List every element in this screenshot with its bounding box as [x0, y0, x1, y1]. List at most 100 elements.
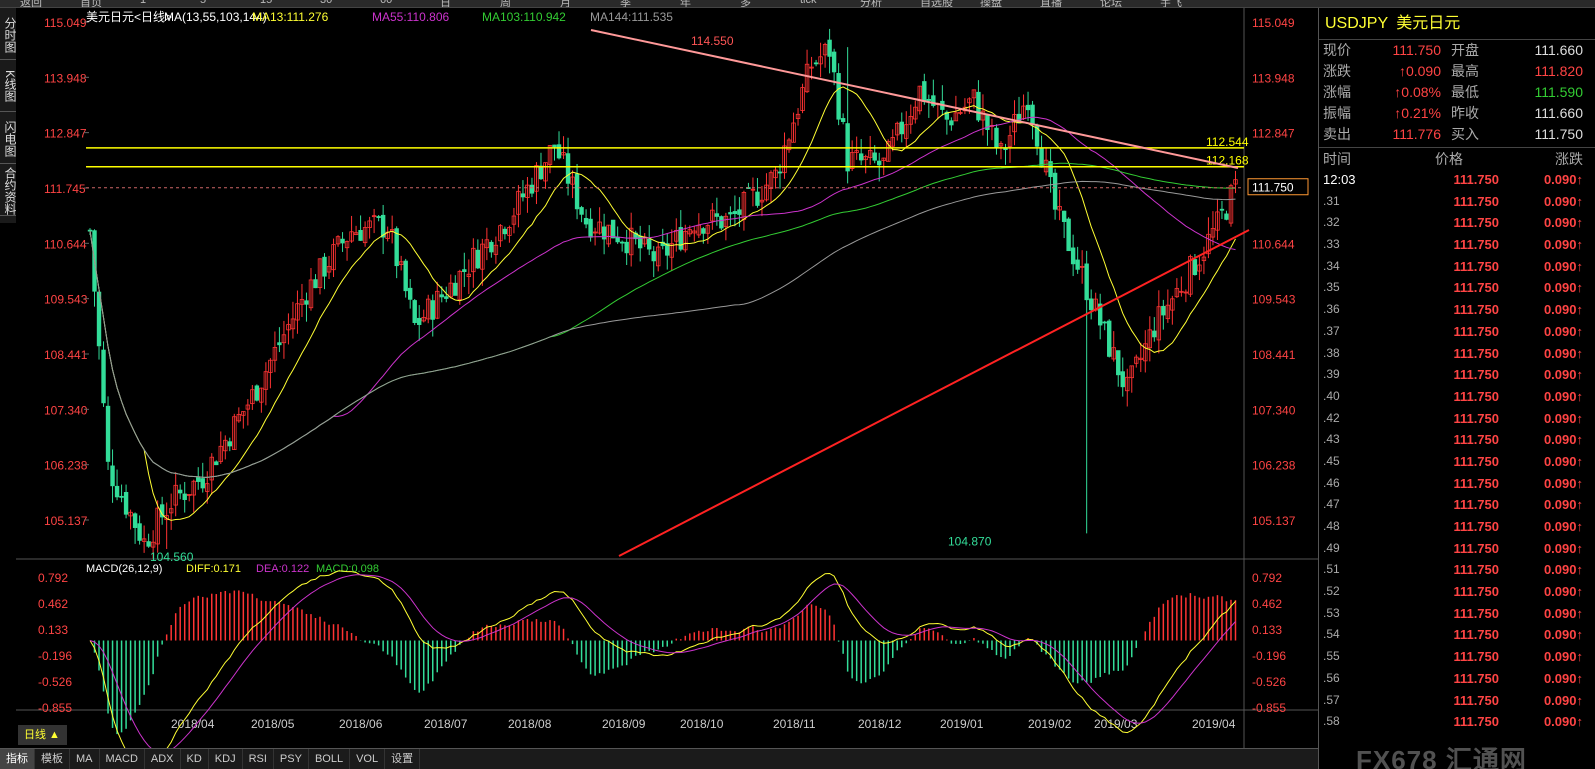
tick-row[interactable]: .34 111.750 0.090↑ — [1319, 256, 1595, 278]
indicator-tab[interactable]: KD — [181, 748, 209, 769]
candle-body — [1152, 330, 1157, 338]
toolbar-item[interactable]: 季 — [620, 0, 631, 7]
period-button[interactable]: 日线 ▲ — [18, 725, 67, 745]
indicator-tab[interactable]: 设置 — [385, 748, 421, 769]
tick-row[interactable]: .52 111.750 0.090↑ — [1319, 581, 1595, 603]
candle-body — [619, 241, 625, 244]
price-tick-left: 113.948 — [44, 71, 87, 85]
indicator-tab[interactable]: ADX — [145, 748, 181, 769]
quote-row: 涨幅 ↑0.08% 最低 111.590 — [1319, 82, 1595, 103]
tick-row[interactable]: .58 111.750 0.090↑ — [1319, 711, 1595, 733]
tick-row[interactable]: .43 111.750 0.090↑ — [1319, 429, 1595, 451]
price-tick-right: 108.441 — [1252, 348, 1296, 362]
indicator-tab[interactable]: MA — [70, 748, 100, 769]
toolbar-item[interactable]: 论坛 — [1100, 0, 1122, 7]
price-tick-left: 107.340 — [44, 403, 88, 417]
toolbar-item[interactable]: 日 — [440, 0, 451, 7]
tick-row[interactable]: .33 111.750 0.090↑ — [1319, 234, 1595, 256]
tick-row[interactable]: .39 111.750 0.090↑ — [1319, 364, 1595, 386]
toolbar-item[interactable]: 首页 — [80, 0, 102, 7]
candle-body — [453, 282, 458, 296]
candle-body — [475, 249, 481, 269]
candle-body — [227, 441, 233, 447]
kline-chart-area[interactable]: 115.049 115.049 113.948 113.948 112.847 112.8… — [16, 8, 1326, 769]
tick-row[interactable]: .54 111.750 0.090↑ — [1319, 624, 1595, 646]
toolbar-item[interactable]: 5 — [200, 0, 206, 6]
tick-time: .38 — [1323, 345, 1340, 360]
tab-kline[interactable]: K线图 — [0, 60, 17, 112]
toolbar-item[interactable]: 年 — [680, 0, 691, 7]
tick-time: .36 — [1323, 302, 1340, 317]
tick-row[interactable]: 12:03 111.750 0.090↑ — [1319, 169, 1595, 191]
toolbar-item[interactable]: 周 — [500, 0, 511, 7]
tick-row[interactable]: .49 111.750 0.090↑ — [1319, 538, 1595, 560]
tick-change: 0.090↑ — [1543, 649, 1583, 665]
tick-row[interactable]: .31 111.750 0.090↑ — [1319, 191, 1595, 213]
tick-row[interactable]: .37 111.750 0.090↑ — [1319, 321, 1595, 343]
toolbar-item[interactable]: 返回 — [20, 0, 42, 7]
tick-row[interactable]: .36 111.750 0.090↑ — [1319, 299, 1595, 321]
tab-timeshare[interactable]: 分时图 — [0, 8, 17, 60]
indicator-tab[interactable]: KDJ — [209, 748, 243, 769]
indicator-tab[interactable]: 模板 — [35, 748, 70, 769]
tick-row[interactable]: .48 111.750 0.090↑ — [1319, 516, 1595, 538]
tick-row[interactable]: .57 111.750 0.090↑ — [1319, 690, 1595, 712]
toolbar-item[interactable]: 30 — [320, 0, 332, 6]
quote-rows: 现价 111.750 开盘 111.660 涨跌 ↑0.090 最高 111.820 涨幅 ↑0.… — [1319, 40, 1595, 145]
toolbar-item[interactable]: 直播 — [1040, 0, 1062, 7]
candle-body — [701, 228, 706, 234]
toolbar-item[interactable]: 多 — [740, 0, 751, 7]
tick-list[interactable]: 12:03 111.750 0.090↑ .31 111.750 0.090↑ .32 111… — [1319, 169, 1595, 733]
toolbar-item[interactable]: 分析 — [860, 0, 882, 7]
tick-row[interactable]: .56 111.750 0.090↑ — [1319, 668, 1595, 690]
candle-body — [678, 227, 683, 250]
tick-row[interactable]: .45 111.750 0.090↑ — [1319, 451, 1595, 473]
tick-row[interactable]: .32 111.750 0.090↑ — [1319, 212, 1595, 234]
quote-value: 111.750 — [1534, 126, 1583, 142]
toolbar-item[interactable]: 15 — [260, 0, 272, 6]
macd-header: MACD(26,12,9) — [86, 563, 162, 575]
macd-diff: DIFF:0.171 — [186, 563, 241, 575]
tick-row[interactable]: .40 111.750 0.090↑ — [1319, 386, 1595, 408]
candle-body — [1192, 259, 1198, 276]
candle-body — [836, 73, 841, 120]
tick-row[interactable]: .55 111.750 0.090↑ — [1319, 646, 1595, 668]
tick-time: .47 — [1323, 497, 1340, 512]
quote-name: 美元日元 — [1396, 15, 1461, 32]
tab-contract-info[interactable]: 合约资料 — [0, 164, 17, 216]
date-tick: 2019/02 — [1028, 717, 1072, 731]
tick-row[interactable]: .47 111.750 0.090↑ — [1319, 494, 1595, 516]
tick-price: 111.750 — [1453, 497, 1499, 513]
macd-tick-right: 0.792 — [1252, 571, 1282, 585]
indicator-tab[interactable]: MACD — [100, 748, 145, 769]
tick-row[interactable]: .35 111.750 0.090↑ — [1319, 277, 1595, 299]
toolbar-item[interactable]: 月 — [560, 0, 571, 7]
kline-chart-svg[interactable]: 115.049 115.049 113.948 113.948 112.847 112.8… — [16, 8, 1326, 769]
indicator-tab[interactable]: RSI — [243, 748, 274, 769]
indicator-tab[interactable]: 指标 — [0, 748, 35, 769]
toolbar-item[interactable]: 操盘 — [980, 0, 1002, 7]
date-tick: 2019/04 — [1192, 717, 1236, 731]
tick-row[interactable]: .42 111.750 0.090↑ — [1319, 408, 1595, 430]
candle-body — [583, 218, 589, 225]
tick-change: 0.090↑ — [1543, 562, 1583, 578]
tab-flash[interactable]: 闪电图 — [0, 112, 17, 164]
candle-body — [976, 91, 981, 121]
toolbar-item[interactable]: 1 — [140, 0, 146, 6]
candle-body — [1102, 321, 1107, 324]
indicator-tab[interactable]: VOL — [350, 748, 386, 769]
tick-row[interactable]: .46 111.750 0.090↑ — [1319, 473, 1595, 495]
price-tick-right: 105.137 — [1252, 514, 1296, 528]
tick-price: 111.750 — [1453, 453, 1499, 469]
macd-tick-right: -0.526 — [1252, 675, 1286, 689]
toolbar-item[interactable]: 60 — [380, 0, 392, 6]
tick-row[interactable]: .51 111.750 0.090↑ — [1319, 559, 1595, 581]
toolbar-item[interactable]: 宇飞 — [1160, 0, 1182, 7]
toolbar-item[interactable]: tick — [800, 0, 817, 6]
toolbar-item[interactable]: 自选股 — [920, 0, 953, 7]
tick-row[interactable]: .53 111.750 0.090↑ — [1319, 603, 1595, 625]
tick-row[interactable]: .38 111.750 0.090↑ — [1319, 343, 1595, 365]
indicator-tab[interactable]: PSY — [274, 748, 309, 769]
indicator-tab[interactable]: BOLL — [309, 748, 351, 769]
candle-body — [430, 300, 435, 320]
